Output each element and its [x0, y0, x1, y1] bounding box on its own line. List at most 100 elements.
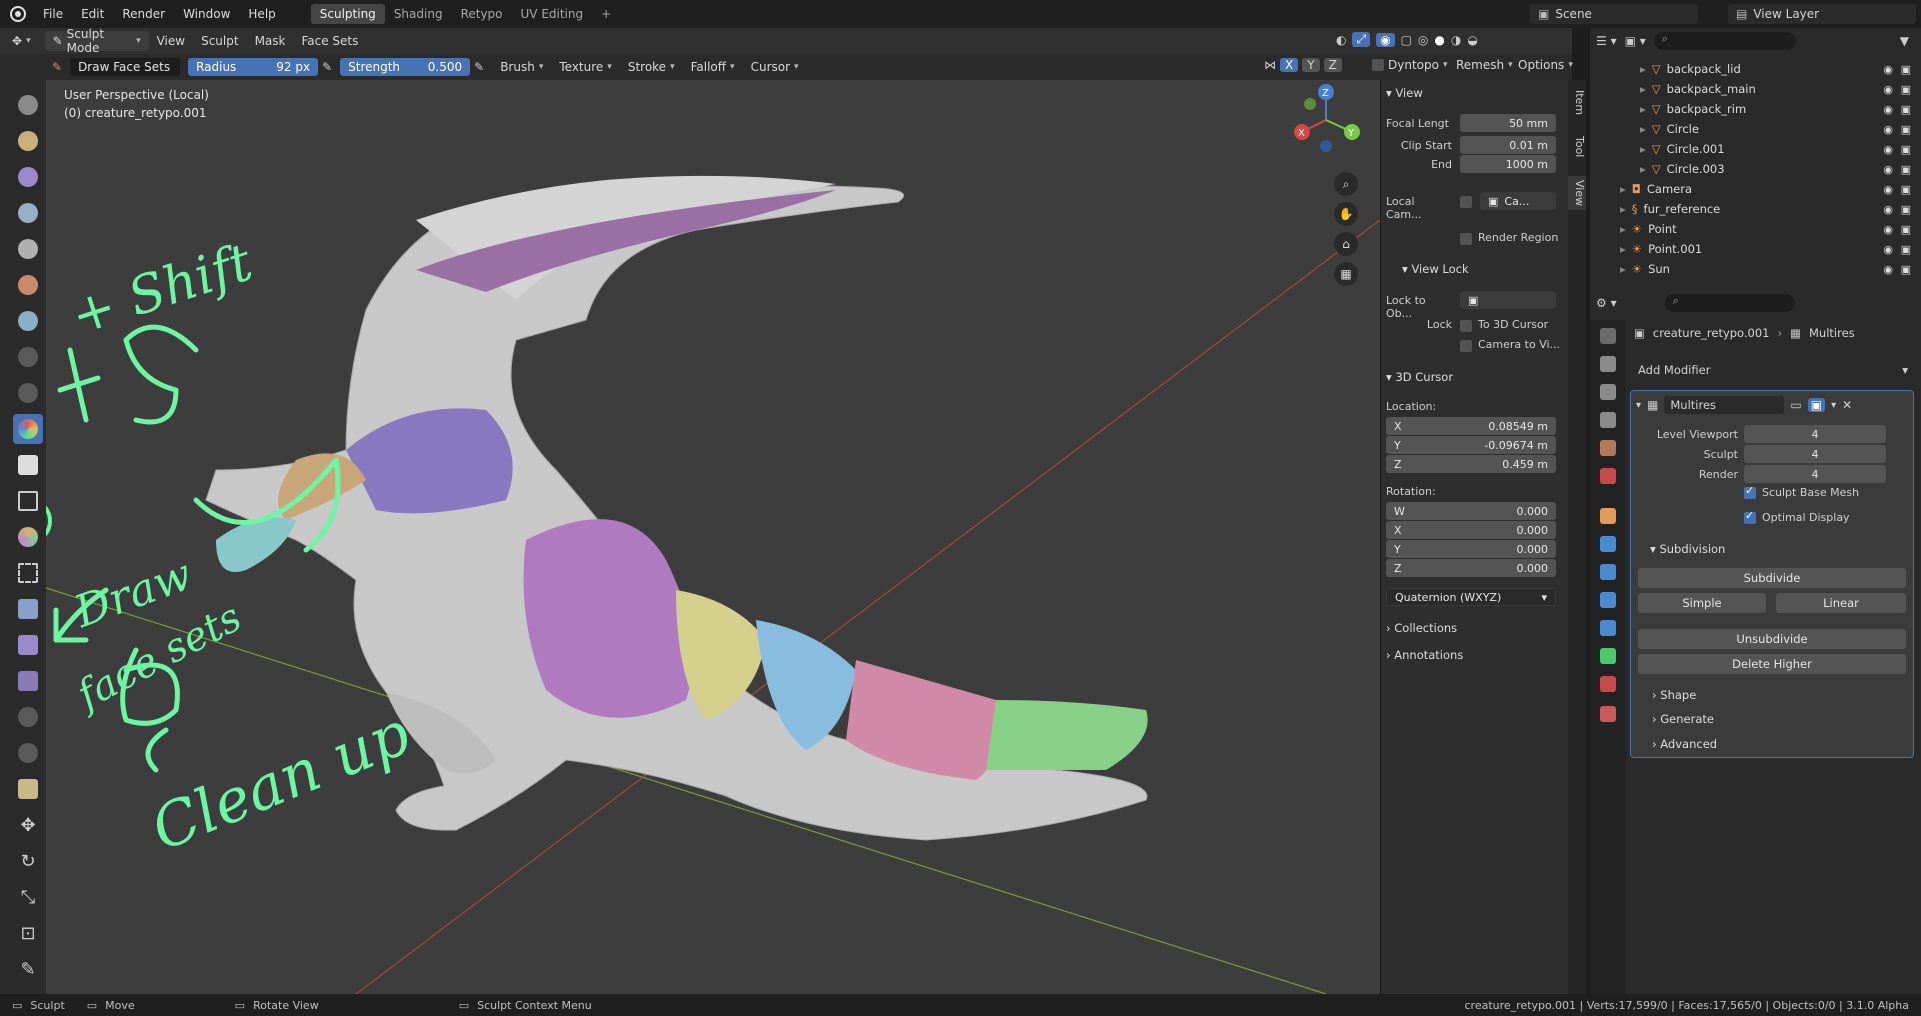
cursor-rotation-x[interactable]: X 0.000: [1386, 521, 1556, 539]
menu-view[interactable]: View: [149, 34, 193, 48]
none-brush-tool-2[interactable]: [13, 378, 43, 408]
menu-edit[interactable]: Edit: [72, 7, 113, 21]
strength-pressure-icon[interactable]: ✎: [474, 60, 484, 74]
lock-to-object-field[interactable]: ▣: [1460, 291, 1556, 309]
brush-dropdown[interactable]: Brush ▾: [492, 60, 551, 74]
tab-sculpting[interactable]: Sculpting: [310, 4, 385, 24]
rotation-mode-dropdown[interactable]: Quaternion (WXYZ) ▾: [1386, 588, 1556, 606]
scale-tool[interactable]: ⤡: [13, 882, 43, 912]
outliner-row[interactable]: ▸ ▽ Circle.001 ◉ ▣: [1590, 139, 1921, 159]
visibility-eye-icon[interactable]: ◉: [1883, 63, 1893, 76]
outliner-search-input[interactable]: ⌕: [1653, 32, 1796, 50]
render-camera-icon[interactable]: ▣: [1901, 163, 1911, 176]
output-tab-icon[interactable]: [1600, 384, 1616, 400]
render-camera-icon[interactable]: ▣: [1901, 123, 1911, 136]
modifier-menu-icon[interactable]: ▾: [1831, 400, 1836, 411]
radius-slider[interactable]: Radius 92 px: [188, 58, 319, 76]
modifier-name-field[interactable]: Multires: [1664, 396, 1785, 414]
render-camera-icon[interactable]: ▣: [1901, 243, 1911, 256]
lock-to-3d-cursor-checkbox[interactable]: [1460, 320, 1472, 332]
render-tab-icon[interactable]: [1600, 356, 1616, 372]
level-viewport-field[interactable]: 4: [1744, 425, 1886, 443]
tab-retypo[interactable]: Retypo: [452, 4, 512, 24]
zoom-icon[interactable]: ⌕: [1334, 172, 1358, 196]
brush-name-field[interactable]: Draw Face Sets: [70, 58, 181, 76]
delete-higher-button[interactable]: Delete Higher: [1638, 654, 1906, 674]
world-tab-icon[interactable]: [1600, 468, 1616, 484]
options-dropdown[interactable]: Options ▾: [1510, 58, 1581, 72]
texture-dropdown[interactable]: Texture ▾: [551, 60, 619, 74]
unsubdivide-button[interactable]: Unsubdivide: [1638, 629, 1906, 649]
cursor-location-x[interactable]: X 0.08549 m: [1386, 417, 1556, 435]
mask-by-color-tool[interactable]: [13, 774, 43, 804]
outliner-row[interactable]: ▸ ☀ Sun ◉ ▣: [1590, 259, 1921, 279]
clip-start-field[interactable]: 0.01 m: [1460, 136, 1556, 154]
realtime-toggle-icon[interactable]: ▣: [1807, 398, 1826, 412]
outliner-row[interactable]: ▸ ▽ backpack_lid ◉ ▣: [1590, 59, 1921, 79]
line-project-tool[interactable]: [13, 630, 43, 660]
visibility-icon[interactable]: ◐: [1336, 33, 1346, 47]
menu-face-sets[interactable]: Face Sets: [293, 34, 366, 48]
local-camera-field[interactable]: ▣ Ca...: [1480, 192, 1556, 210]
focal-length-field[interactable]: 50 mm: [1460, 114, 1556, 132]
close-icon[interactable]: ✕: [1842, 398, 1852, 412]
add-modifier-dropdown[interactable]: Add Modifier ▾: [1632, 360, 1914, 380]
smooth-brush-tool[interactable]: [13, 198, 43, 228]
generate-header[interactable]: › Generate: [1652, 712, 1714, 726]
cursor-location-z[interactable]: Z 0.459 m: [1386, 455, 1556, 473]
box-mask-tool[interactable]: [13, 486, 43, 516]
overlay-icon[interactable]: ◉: [1376, 32, 1395, 47]
outliner-row[interactable]: ▸ ☀ Point.001 ◉ ▣: [1590, 239, 1921, 259]
dyntopo-dropdown[interactable]: Dyntopo ▾: [1364, 58, 1455, 72]
add-workspace-icon[interactable]: +: [592, 4, 620, 24]
cursor-rotation-y[interactable]: Y 0.000: [1386, 540, 1556, 558]
constraints-tab-icon[interactable]: [1600, 620, 1616, 636]
3d-cursor-header[interactable]: ▾ 3D Cursor: [1386, 370, 1453, 384]
linear-button[interactable]: Linear: [1776, 593, 1906, 613]
tab-tool[interactable]: Tool: [1568, 132, 1586, 161]
grid-view-icon[interactable]: ▦: [1334, 262, 1358, 286]
visibility-eye-icon[interactable]: ◉: [1883, 163, 1893, 176]
view-layer-tab-icon[interactable]: [1600, 412, 1616, 428]
data-tab-icon[interactable]: [1600, 648, 1616, 664]
pinch-brush-tool[interactable]: [13, 306, 43, 336]
view-layer-selector[interactable]: ▤ View Layer: [1728, 4, 1916, 24]
scene-tab-icon[interactable]: [1600, 440, 1616, 456]
inflate-brush-tool[interactable]: [13, 162, 43, 192]
render-camera-icon[interactable]: ▣: [1901, 183, 1911, 196]
falloff-dropdown[interactable]: Falloff ▾: [683, 60, 743, 74]
subdivision-header[interactable]: ▾ Subdivision: [1650, 542, 1725, 556]
dyntopo-checkbox[interactable]: [1372, 59, 1384, 71]
visibility-eye-icon[interactable]: ◉: [1883, 263, 1893, 276]
snake-hook-brush-tool[interactable]: [13, 270, 43, 300]
cursor-rotation-w[interactable]: W 0.000: [1386, 502, 1556, 520]
draw-face-sets-tool[interactable]: [13, 522, 43, 552]
outliner-row[interactable]: ▸ ▽ Circle ◉ ▣: [1590, 119, 1921, 139]
tab-view[interactable]: View: [1568, 176, 1586, 211]
annotate-tool[interactable]: ✎: [13, 954, 43, 984]
visibility-eye-icon[interactable]: ◉: [1883, 143, 1893, 156]
strength-slider[interactable]: Strength 0.500: [340, 58, 471, 76]
filter-icon[interactable]: ▼: [1900, 34, 1909, 48]
outliner-editor-icon[interactable]: ☰ ▾: [1596, 34, 1617, 48]
none-brush-tool-1[interactable]: [13, 342, 43, 372]
outliner-row[interactable]: ▸ ☀ Point ◉ ▣: [1590, 219, 1921, 239]
particles-tab-icon[interactable]: [1600, 564, 1616, 580]
xray-icon[interactable]: ▢: [1401, 33, 1412, 47]
visibility-eye-icon[interactable]: ◉: [1883, 243, 1893, 256]
collections-header[interactable]: › Collections: [1386, 621, 1457, 635]
sculpt-base-mesh-checkbox[interactable]: [1744, 484, 1756, 499]
edit-mode-toggle-icon[interactable]: ▭: [1790, 398, 1801, 412]
visibility-eye-icon[interactable]: ◉: [1883, 103, 1893, 116]
menu-render[interactable]: Render: [113, 7, 174, 21]
menu-sculpt[interactable]: Sculpt: [193, 34, 246, 48]
render-region-checkbox[interactable]: [1460, 233, 1472, 245]
navigation-gizmo[interactable]: Z Y X: [1286, 80, 1366, 160]
shading-wire-icon[interactable]: ◎: [1418, 33, 1428, 47]
view-section-header[interactable]: ▾ View: [1386, 86, 1423, 100]
menu-file[interactable]: File: [34, 7, 72, 21]
trim-tool[interactable]: [13, 594, 43, 624]
clay-brush-tool[interactable]: [13, 126, 43, 156]
camera-to-view-checkbox[interactable]: [1460, 340, 1472, 352]
render-camera-icon[interactable]: ▣: [1901, 223, 1911, 236]
